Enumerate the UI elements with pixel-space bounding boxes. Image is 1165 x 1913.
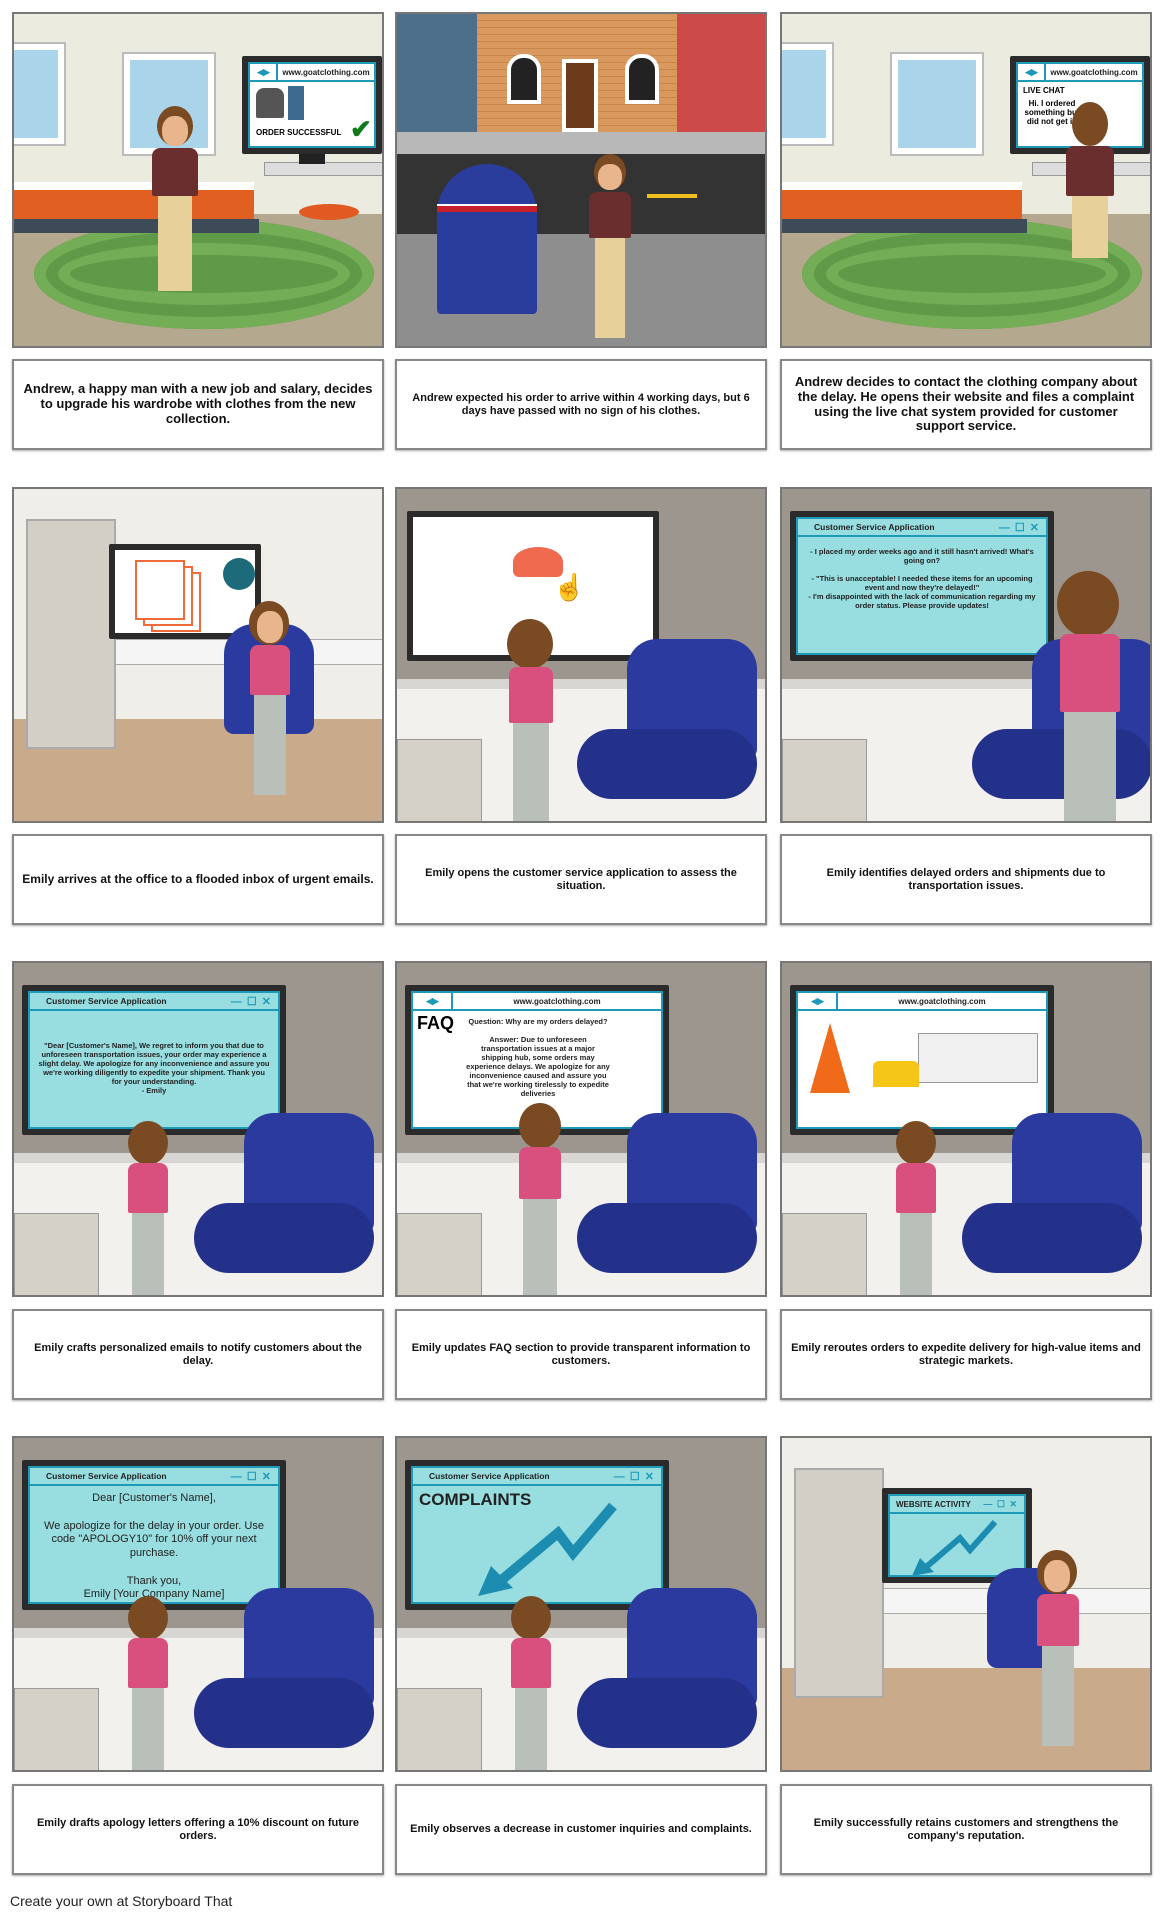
caption-2: Andrew expected his order to arrive with…	[395, 359, 767, 450]
window-controls[interactable]: — ☐ ✕	[614, 1470, 655, 1483]
storyboard-that-link[interactable]: Create your own at Storyboard That	[10, 1893, 232, 1909]
robot-avatar-icon	[223, 558, 255, 590]
caption-3: Andrew decides to contact the clothing c…	[780, 359, 1152, 450]
order-status: ORDER SUCCESSFUL	[256, 128, 342, 137]
andrew-character	[1072, 102, 1108, 146]
window-controls[interactable]: — ☐ ✕	[999, 521, 1040, 534]
caption-12: Emily successfully retains customers and…	[780, 1784, 1152, 1875]
truck-icon	[918, 1033, 1038, 1083]
house-door	[562, 59, 598, 132]
live-chat-heading: LIVE CHAT	[1023, 86, 1065, 95]
computer-monitor: Customer Service Application — ☐ ✕ - I pl…	[790, 511, 1054, 661]
computer-monitor: Customer Service Application — ☐ ✕ "Dear …	[22, 985, 286, 1135]
panel-7: Customer Service Application — ☐ ✕ "Dear …	[12, 961, 384, 1297]
email-documents-icon	[135, 560, 185, 620]
nav-arrows-icon: ◀▶	[798, 993, 838, 1009]
pointer-hand-icon: ☝	[553, 572, 586, 602]
computer-monitor	[109, 544, 261, 639]
panel-2	[395, 12, 767, 348]
computer-monitor: ◀▶ www.goatclothing.com	[790, 985, 1054, 1135]
letter-body: We apologize for the delay in your order…	[44, 1519, 264, 1560]
url-bar[interactable]: www.goatclothing.com	[453, 997, 661, 1006]
faq-question: Question: Why are my orders delayed?	[468, 1017, 608, 1026]
mailbox	[437, 164, 537, 314]
window-controls[interactable]: — ☐ ✕	[231, 1470, 272, 1483]
nav-arrows-icon: ◀▶	[1018, 64, 1046, 80]
traffic-cone-icon	[810, 1023, 850, 1093]
caption-4: Emily arrives at the office to a flooded…	[12, 834, 384, 925]
letter-greeting: Dear [Customer's Name],	[92, 1492, 216, 1504]
caption-6: Emily identifies delayed orders and ship…	[780, 834, 1152, 925]
window-controls[interactable]: — ☐ ✕	[983, 1499, 1018, 1510]
panel-1: ◀▶ www.goatclothing.com ORDER SUCCESSFUL …	[12, 12, 384, 348]
jeans-icon	[288, 86, 304, 120]
computer-monitor: Customer Service Application — ☐ ✕ COMPLA…	[405, 1460, 669, 1610]
caption-10: Emily drafts apology letters offering a …	[12, 1784, 384, 1875]
emily-character	[519, 1103, 561, 1149]
caption-11: Emily observes a decrease in customer in…	[395, 1784, 767, 1875]
emily-character	[507, 619, 553, 669]
app-title: Customer Service Application	[814, 522, 935, 532]
panel-3: ◀▶ www.goatclothing.com LIVE CHAT Hi. I o…	[780, 12, 1152, 348]
computer-monitor: ◀▶ www.goatclothing.com ORDER SUCCESSFUL …	[242, 56, 382, 154]
faq-answer: Answer: Due to unforeseen transportation…	[466, 1035, 610, 1098]
panel-10: Customer Service Application — ☐ ✕ Dear […	[12, 1436, 384, 1772]
url-bar[interactable]: www.goatclothing.com	[838, 997, 1046, 1006]
email-message: "Dear [Customer's Name], We regret to in…	[38, 1041, 270, 1086]
complaint-line: - I placed my order weeks ago and it sti…	[810, 547, 1034, 565]
panel-11: Customer Service Application — ☐ ✕ COMPLA…	[395, 1436, 767, 1772]
app-title: Customer Service Application	[46, 1471, 167, 1481]
panel-5: ☝	[395, 487, 767, 823]
window-controls[interactable]: — ☐ ✕	[231, 995, 272, 1008]
nav-arrows-icon: ◀▶	[413, 993, 453, 1009]
caption-9: Emily reroutes orders to expedite delive…	[780, 1309, 1152, 1400]
panel-12: WEBSITE ACTIVITY — ☐ ✕	[780, 1436, 1152, 1772]
emily-character	[128, 1596, 168, 1640]
caption-7: Emily crafts personalized emails to noti…	[12, 1309, 384, 1400]
letter-closing: Thank you,	[126, 1574, 182, 1587]
computer-monitor: Customer Service Application — ☐ ✕ Dear […	[22, 1460, 286, 1610]
decrease-arrow-icon	[478, 1502, 617, 1596]
emily-character	[1057, 571, 1119, 637]
emily-character	[128, 1121, 168, 1165]
nav-arrows-icon: ◀▶	[250, 64, 278, 80]
hoodie-icon	[256, 88, 284, 118]
caption-5: Emily opens the customer service applica…	[395, 834, 767, 925]
emily-character	[511, 1596, 551, 1640]
email-signature: - Emily	[141, 1086, 167, 1095]
app-title: Customer Service Application	[429, 1471, 550, 1481]
panel-9: ◀▶ www.goatclothing.com	[780, 961, 1152, 1297]
complaint-line: - I'm disappointed with the lack of comm…	[808, 592, 1036, 610]
app-title: Customer Service Application	[46, 996, 167, 1006]
panel-4	[12, 487, 384, 823]
panel-6: Customer Service Application — ☐ ✕ - I pl…	[780, 487, 1152, 823]
emily-character	[896, 1121, 936, 1165]
faq-heading: FAQ	[417, 1013, 455, 1033]
panel-8: ◀▶ www.goatclothing.com FAQ Question: Why…	[395, 961, 767, 1297]
caption-1: Andrew, a happy man with a new job and s…	[12, 359, 384, 450]
decrease-arrow-icon	[912, 1520, 998, 1575]
caption-8: Emily updates FAQ section to provide tra…	[395, 1309, 767, 1400]
checkmark-icon: ✔	[350, 114, 372, 144]
app-title: WEBSITE ACTIVITY	[896, 1499, 971, 1509]
complaint-line: - "This is unacceptable! I needed these …	[811, 574, 1033, 592]
